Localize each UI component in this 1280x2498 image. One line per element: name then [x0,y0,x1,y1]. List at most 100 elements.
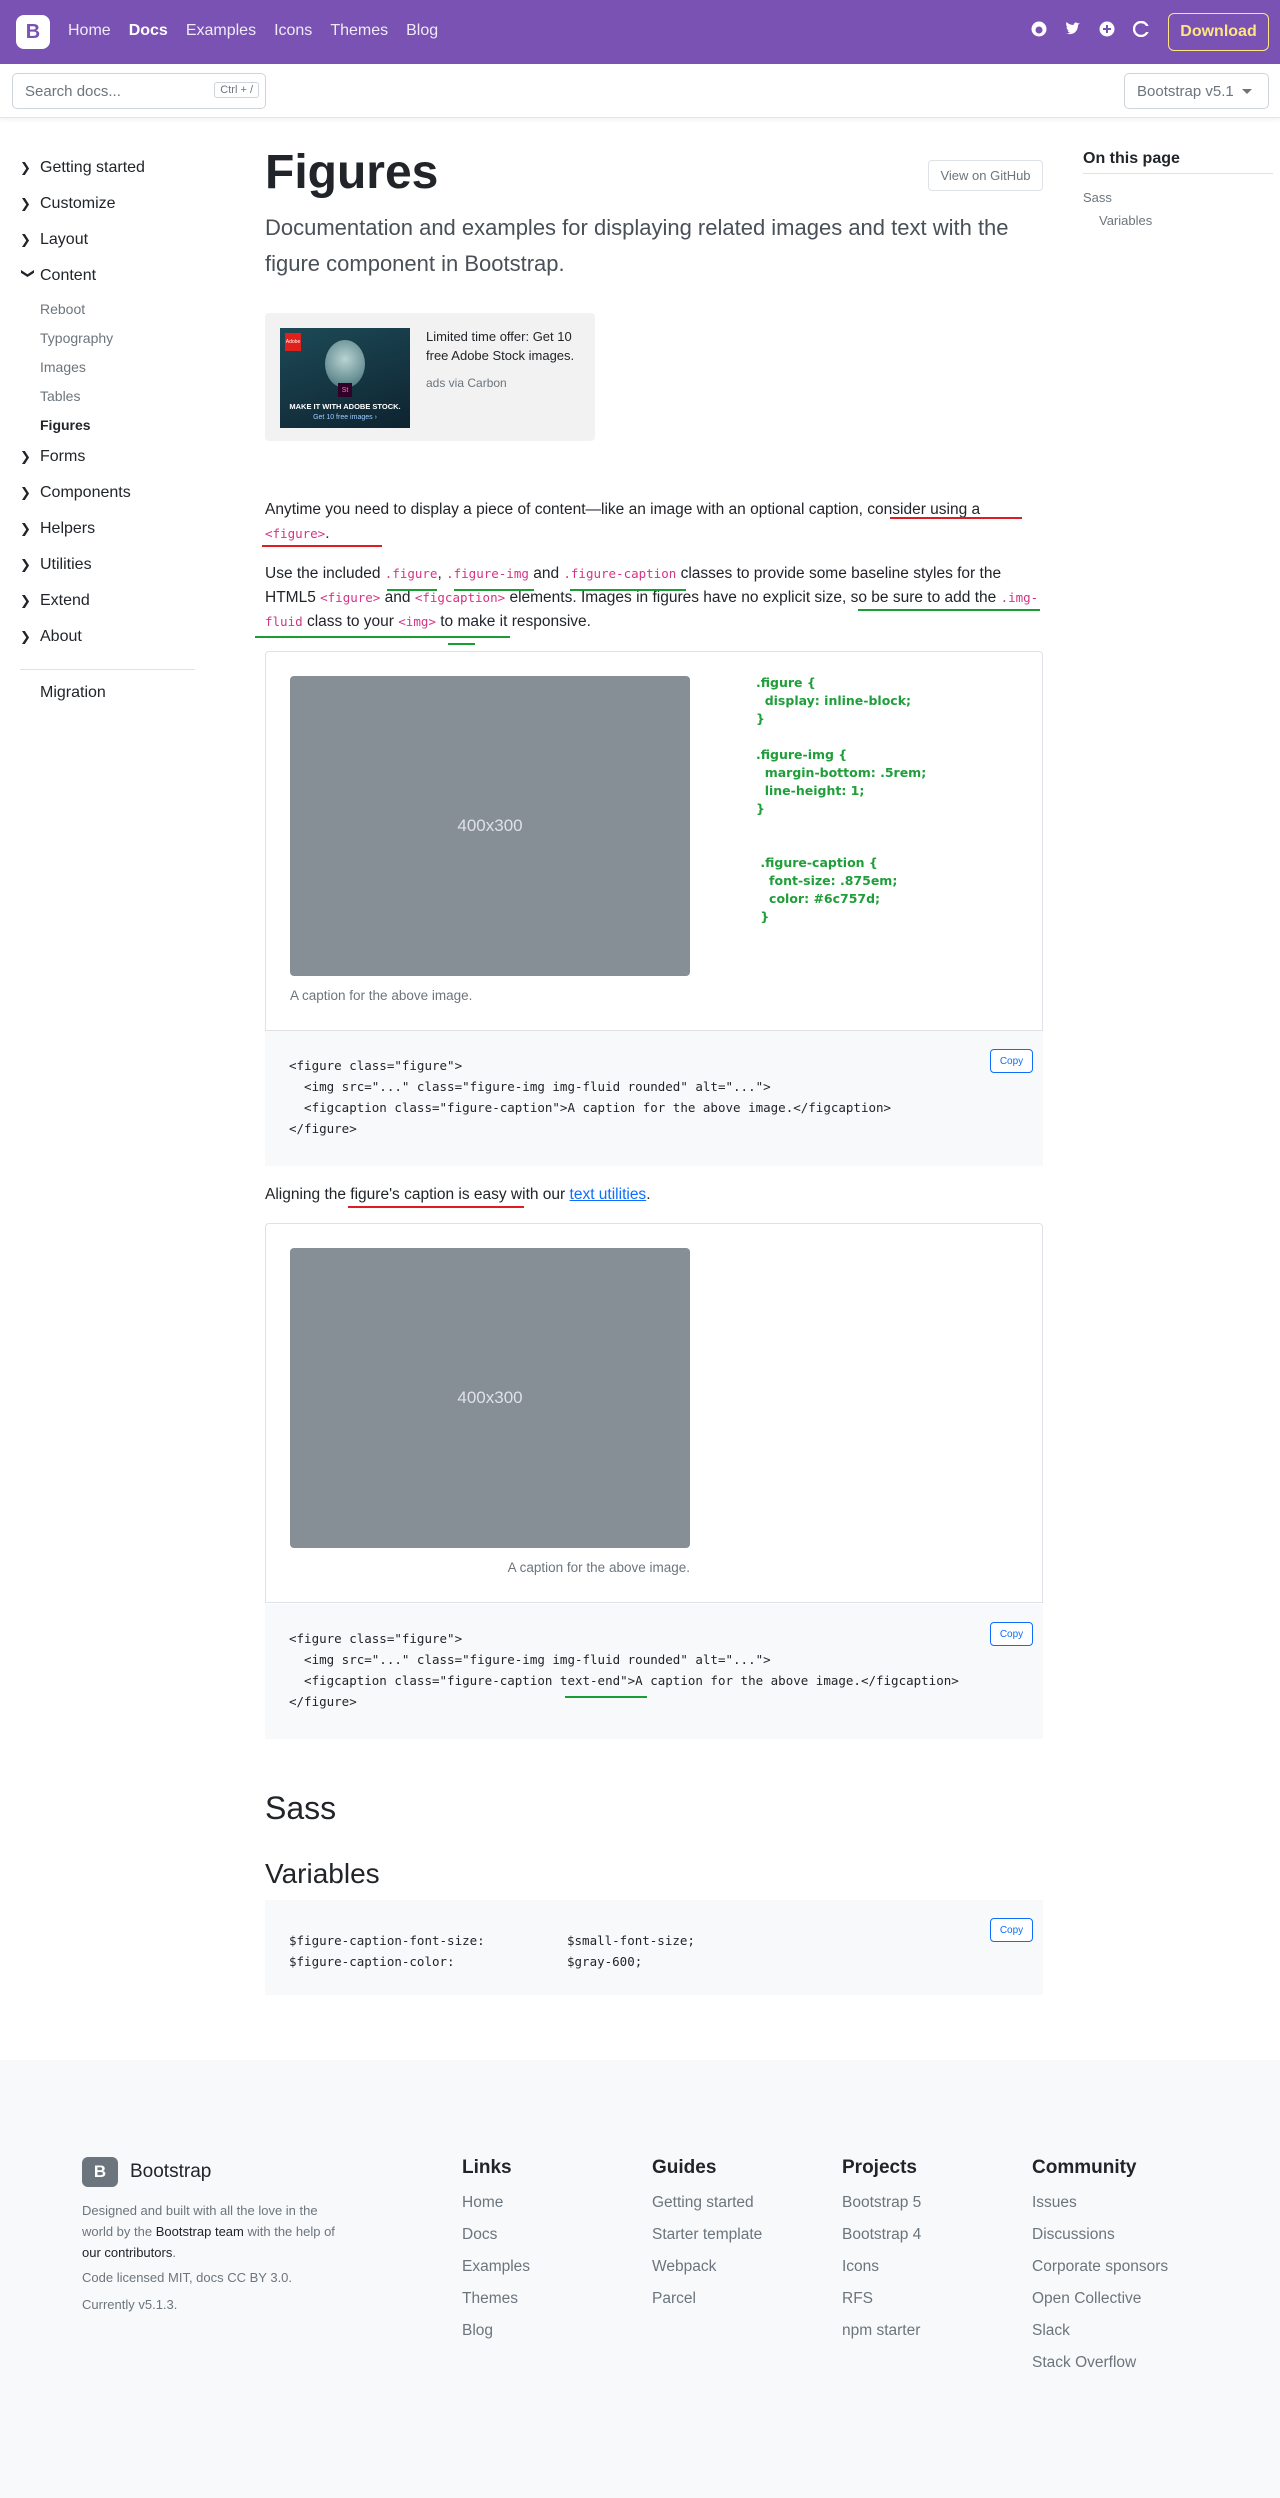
slack-icon[interactable] [1098,20,1116,38]
footer-link[interactable]: Corporate sponsors [1032,2251,1168,2283]
sidebar-group-label: Getting started [40,159,145,176]
footer-link[interactable]: Bootstrap 5 [842,2187,921,2219]
search-input[interactable]: Search docs... Ctrl + / [12,73,266,109]
bootstrap-team-link[interactable]: Bootstrap team [156,2224,244,2239]
sidebar-group-label: About [40,628,82,645]
sidebar-group-about[interactable]: ❯ About [20,619,200,655]
footer-link[interactable]: Stack Overflow [1032,2347,1168,2379]
footer-link[interactable]: npm starter [842,2315,921,2347]
toc-link-sass[interactable]: Sass [1083,190,1273,205]
docs-sidebar: ❯ Getting started ❯ Customize ❯ Layout ❯ Con… [20,150,200,702]
footer-brand[interactable]: Bootstrap [130,2161,211,2183]
footer-link[interactable]: Parcel [652,2283,762,2315]
text-utilities-link[interactable]: text utilities [570,1186,647,1203]
nav-link-docs[interactable]: Docs [129,22,168,40]
inline-code: <figure> [265,526,326,541]
sidebar-item-reboot[interactable]: Reboot [20,294,200,323]
ad-text[interactable]: Limited time offer: Get 10 free Adobe St… [426,327,586,365]
sidebar-group-components[interactable]: ❯ Components [20,475,200,511]
ad-via[interactable]: ads via Carbon [426,376,507,390]
paragraph-text: , [437,565,447,582]
toc-link-variables[interactable]: Variables [1083,213,1273,228]
inline-code: .figure [384,566,438,581]
nav-link-icons[interactable]: Icons [274,22,312,40]
footer-link[interactable]: Starter template [652,2219,762,2251]
sidebar-group-label: Extend [40,592,90,609]
copy-button[interactable]: Copy [990,1918,1033,1942]
green-underline [454,589,534,591]
paragraph-text: . [646,1186,651,1203]
nav-link-examples[interactable]: Examples [186,22,256,40]
footer-link[interactable]: Getting started [652,2187,762,2219]
footer-link[interactable]: Open Collective [1032,2283,1168,2315]
footer-link[interactable]: Blog [462,2315,530,2347]
paragraph-text: elements. Images in figures have no expl… [505,589,1001,606]
carbon-ad[interactable]: Adobe St MAKE IT WITH ADOBE STOCK. Get 1… [265,313,595,441]
footer-link[interactable]: Examples [462,2251,530,2283]
code-line: <figure class="figure"> [289,1058,463,1073]
sidebar-group-utilities[interactable]: ❯ Utilities [20,547,200,583]
footer-link[interactable]: Themes [462,2283,530,2315]
code-line: <figcaption class="figure-caption text-e… [289,1673,959,1688]
site-footer: B Bootstrap Designed and built with all … [0,2060,1280,2498]
sidebar-group-layout[interactable]: ❯ Layout [20,222,200,258]
paragraph-text: class to your [302,613,399,630]
paragraph-text: Anytime you need to display a piece of c… [265,501,981,518]
nav-link-home[interactable]: Home [68,22,111,40]
sidebar-item-images[interactable]: Images [20,352,200,381]
view-on-github-button[interactable]: View on GitHub [928,160,1043,191]
footer-link[interactable]: Docs [462,2219,530,2251]
image-placeholder: 400x300 [290,676,690,976]
sidebar-item-figures[interactable]: Figures [20,410,200,439]
footer-link[interactable]: Issues [1032,2187,1168,2219]
footer-link[interactable]: Home [462,2187,530,2219]
twitter-icon[interactable] [1064,20,1082,38]
footer-link[interactable]: RFS [842,2283,921,2315]
copy-button[interactable]: Copy [990,1049,1033,1073]
sidebar-group-forms[interactable]: ❯ Forms [20,439,200,475]
github-icon[interactable] [1030,20,1048,38]
footer-bootstrap-logo[interactable]: B [82,2157,118,2187]
social-links [1030,20,1150,38]
footer-link[interactable]: Slack [1032,2315,1168,2347]
copy-button[interactable]: Copy [990,1622,1033,1646]
figure-caption: A caption for the above image. [290,988,473,1003]
adobe-stock-icon: St [338,383,352,397]
sidebar-group-helpers[interactable]: ❯ Helpers [20,511,200,547]
download-button[interactable]: Download [1168,13,1269,51]
sidebar-group-content[interactable]: ❯ Content [20,258,200,294]
code-lines: <figure class="figure"> <img src="..." c… [289,1055,1019,1139]
contributors-link[interactable]: our contributors [82,2245,172,2260]
sidebar-item-tables[interactable]: Tables [20,381,200,410]
chevron-right-icon: ❯ [20,160,31,175]
sidebar-item-typography[interactable]: Typography [20,323,200,352]
ad-image[interactable]: Adobe St MAKE IT WITH ADOBE STOCK. Get 1… [280,328,410,428]
footer-link[interactable]: Bootstrap 4 [842,2219,921,2251]
on-this-page-toc: On this page Sass Variables [1083,150,1273,228]
footer-link[interactable]: Webpack [652,2251,762,2283]
red-underline [348,1206,524,1208]
code-line: </figure> [289,1694,357,1709]
footer-link[interactable]: Discussions [1032,2219,1168,2251]
inline-code: .figure-img [446,566,529,581]
nav-link-blog[interactable]: Blog [406,22,438,40]
sidebar-group-getting-started[interactable]: ❯ Getting started [20,150,200,186]
footer-description: Designed and built with all the love in … [82,2200,352,2263]
footer-column-title: Projects [842,2157,917,2178]
opencollective-icon[interactable] [1132,20,1150,38]
sidebar-group-customize[interactable]: ❯ Customize [20,186,200,222]
bootstrap-logo[interactable]: B [16,15,50,49]
sidebar-item-migration[interactable]: Migration [20,684,200,702]
nav-link-themes[interactable]: Themes [330,22,388,40]
intro-paragraph: Anytime you need to display a piece of c… [265,498,1045,546]
page-title: Figures [265,146,439,199]
green-underline [255,636,510,638]
sidebar-group-label: Helpers [40,520,96,537]
chevron-right-icon: ❯ [20,521,31,536]
version-dropdown[interactable]: Bootstrap v5.1 [1124,73,1269,109]
chevron-right-icon: ❯ [20,557,31,572]
footer-link[interactable]: Icons [842,2251,921,2283]
sidebar-group-extend[interactable]: ❯ Extend [20,583,200,619]
green-underline [565,1696,647,1698]
sidebar-divider [20,669,195,670]
